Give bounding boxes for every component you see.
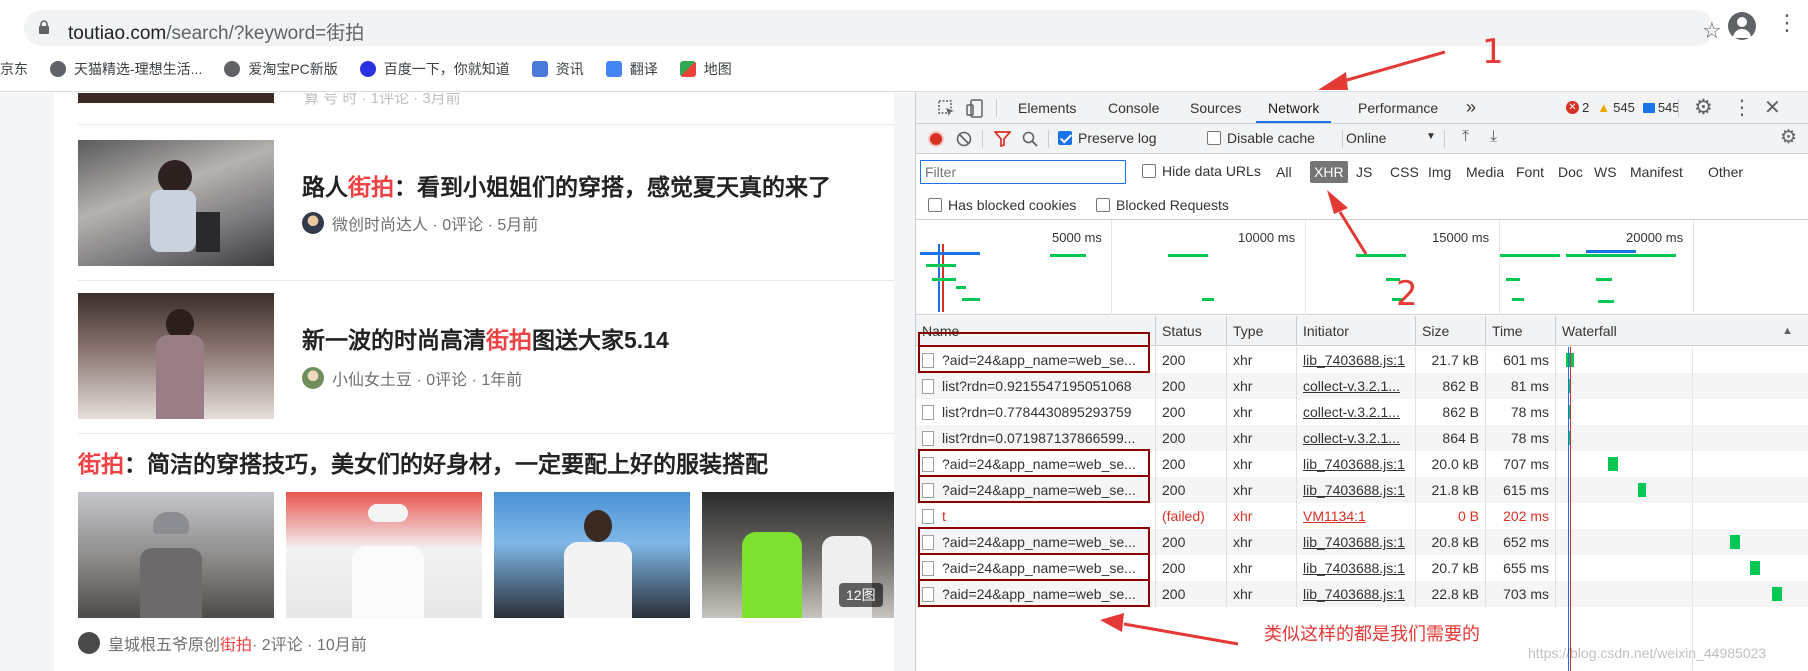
annotation-arrows	[1100, 50, 1446, 646]
annotation-arrow-2	[1327, 190, 1368, 255]
annotation-arrow-3	[1100, 613, 1239, 646]
annotation-arrow-1	[1318, 50, 1446, 90]
annotation-label-1: 1	[1482, 32, 1504, 72]
watermark: https://blog.csdn.net/weixin_44985023	[1528, 645, 1767, 661]
annotation-label-2: 2	[1396, 274, 1418, 314]
annotation-note: 类似这样的都是我们需要的	[1264, 624, 1480, 645]
